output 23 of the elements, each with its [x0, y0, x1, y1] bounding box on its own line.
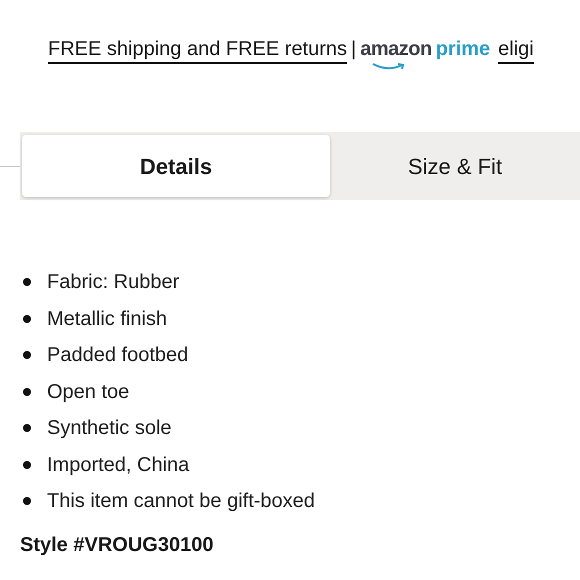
smile-arrow-icon [372, 62, 406, 72]
bullet-icon [23, 460, 31, 469]
bullet-icon [23, 351, 31, 360]
bullet-icon [23, 497, 31, 506]
detail-item: Fabric: Rubber [47, 270, 180, 295]
style-number: Style #VROUG30100 [19, 532, 214, 558]
detail-item: Padded footbed [47, 343, 188, 368]
eligible-link[interactable]: eligi [498, 38, 534, 64]
logo-word: amazon [360, 34, 432, 64]
separator: | [351, 38, 356, 60]
tab[interactable]: Size & Fit [330, 135, 580, 197]
shipping-link[interactable]: FREE shipping and FREE returns [48, 38, 348, 64]
detail-item: Synthetic sole [47, 416, 172, 441]
bullet-icon [23, 314, 31, 323]
tab[interactable]: Details [22, 135, 330, 197]
detail-item: Imported, China [47, 452, 190, 478]
detail-item: Open toe [47, 380, 130, 404]
logo-prime: prime [436, 38, 490, 60]
detail-item: This item cannot be gift-boxed [47, 489, 315, 514]
bullet-icon [23, 388, 31, 396]
bullet-icon [23, 424, 31, 432]
bullet-icon [23, 278, 31, 286]
detail-item: Metallic finish [47, 306, 168, 332]
